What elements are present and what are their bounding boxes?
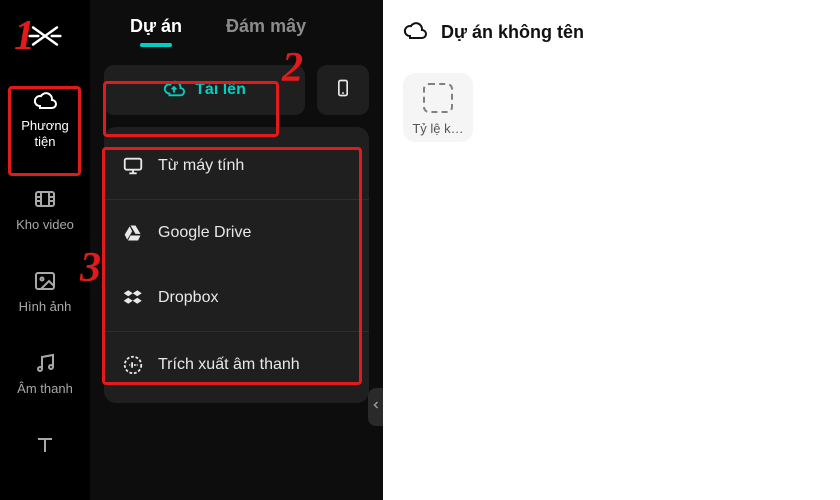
panel-tabs: Dự án Đám mây (104, 16, 369, 45)
rail-label: Phương tiện (11, 118, 79, 151)
aspect-placeholder-icon (423, 83, 453, 113)
monitor-icon (122, 155, 144, 177)
rail-item-image[interactable]: Hình ảnh (11, 259, 79, 323)
menu-item-label: Trích xuất âm thanh (158, 356, 300, 374)
media-panel: Dự án Đám mây Tải lên Từ máy tính (90, 0, 383, 500)
tab-project[interactable]: Dự án (130, 16, 182, 45)
menu-item-label: Từ máy tính (158, 157, 244, 175)
chevron-left-icon (370, 398, 382, 416)
import-from-phone-button[interactable] (317, 65, 369, 115)
filmstrip-icon (33, 187, 57, 211)
upload-source-menu: Từ máy tính Google Drive Dropbox Trích x… (104, 127, 369, 403)
menu-item-label: Google Drive (158, 224, 251, 242)
menu-item-extract-audio[interactable]: Trích xuất âm thanh (104, 331, 369, 397)
app-logo (27, 18, 63, 54)
cloud-icon (403, 18, 427, 47)
rail-item-text[interactable] (11, 423, 79, 471)
menu-item-label: Dropbox (158, 289, 218, 307)
project-title[interactable]: Dự án không tên (441, 22, 584, 43)
collapse-panel-handle[interactable] (368, 388, 384, 426)
aspect-label: Tỷ lệ k… (412, 121, 463, 136)
dropbox-icon (122, 287, 144, 309)
aspect-ratio-button[interactable]: Tỷ lệ k… (403, 73, 473, 142)
rail-label: Kho video (16, 217, 74, 233)
menu-item-dropbox[interactable]: Dropbox (104, 265, 369, 331)
left-rail: Phương tiện Kho video Hình ảnh Âm thanh (0, 0, 90, 500)
cloud-upload-icon (163, 77, 185, 104)
phone-icon (333, 78, 353, 103)
cloud-icon (33, 88, 57, 112)
menu-item-from-computer[interactable]: Từ máy tính (104, 133, 369, 199)
canvas-panel: Dự án không tên Tỷ lệ k… (383, 0, 840, 500)
rail-item-media[interactable]: Phương tiện (11, 78, 79, 159)
upload-button-label: Tải lên (195, 81, 246, 99)
rail-label: Hình ảnh (19, 299, 72, 315)
waveform-icon (122, 354, 144, 376)
tab-cloud[interactable]: Đám mây (226, 16, 306, 45)
rail-label: Âm thanh (17, 381, 73, 397)
google-drive-icon (122, 222, 144, 244)
menu-item-google-drive[interactable]: Google Drive (104, 199, 369, 265)
music-icon (33, 351, 57, 375)
image-icon (33, 269, 57, 293)
rail-item-audio[interactable]: Âm thanh (11, 341, 79, 405)
rail-item-stock-video[interactable]: Kho video (11, 177, 79, 241)
upload-button[interactable]: Tải lên (104, 65, 305, 115)
text-icon (33, 433, 57, 457)
